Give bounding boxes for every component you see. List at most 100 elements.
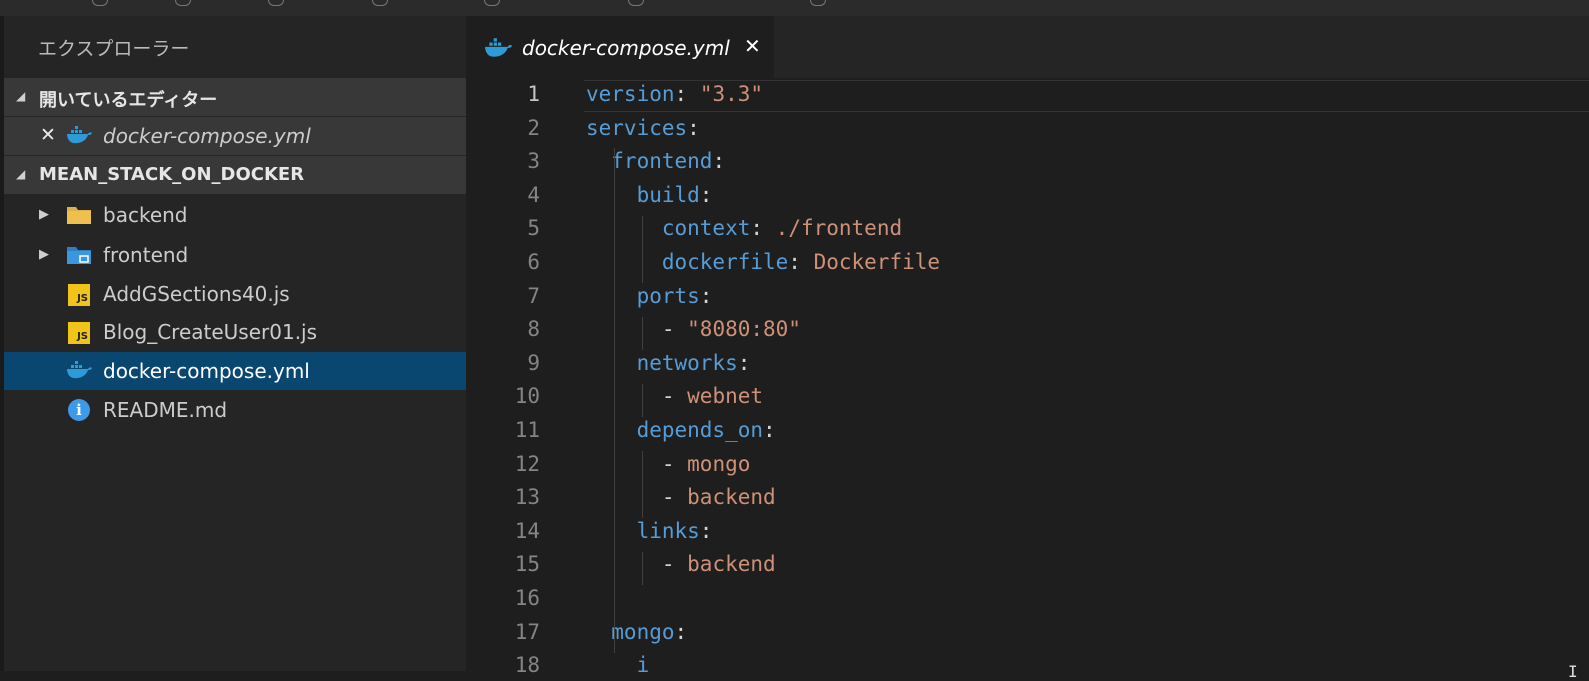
tree-item-backend[interactable]: ▶ backend <box>4 196 466 234</box>
indent-guide <box>642 552 643 585</box>
js-file-icon: JS <box>68 322 90 344</box>
docker-icon <box>67 361 92 379</box>
open-editor-filename: docker-compose.yml <box>103 124 311 148</box>
yaml-separator: - <box>661 317 688 342</box>
yaml-separator: - <box>661 485 688 510</box>
yaml-separator: : <box>737 350 751 375</box>
line-number: 1 <box>527 82 540 106</box>
tree-item-label: Blog_CreateUser01.js <box>103 320 318 344</box>
yaml-value: backend <box>687 552 776 577</box>
project-header[interactable]: ◢ MEAN_STACK_ON_DOCKER <box>4 156 466 194</box>
tab-docker-compose[interactable]: docker-compose.yml ✕ <box>466 16 774 78</box>
yaml-key <box>586 384 662 408</box>
yaml-key: depends_on <box>586 418 764 442</box>
yaml-separator: : <box>674 82 700 106</box>
tree-item-blog-createuser[interactable]: JS Blog_CreateUser01.js <box>4 313 466 351</box>
tree-item-addgsections[interactable]: JS AddGSections40.js <box>4 275 466 313</box>
yaml-separator: - <box>661 552 688 577</box>
yaml-key: links <box>586 518 700 543</box>
line-number: 8 <box>527 317 540 342</box>
code-line: frontend: <box>586 149 725 173</box>
window-top-strip <box>0 0 1589 16</box>
code-line: ports: <box>586 283 713 308</box>
yaml-key: build <box>586 182 700 207</box>
line-number: 17 <box>514 619 540 644</box>
line-number: 9 <box>527 350 540 375</box>
close-icon[interactable]: ✕ <box>40 124 56 146</box>
yaml-value: backend <box>687 485 776 510</box>
code-line: version: "3.3" <box>586 82 763 106</box>
expand-arrow-icon[interactable]: ▶ <box>39 247 49 262</box>
project-label: MEAN_STACK_ON_DOCKER <box>39 164 305 185</box>
code-line: i <box>586 653 650 678</box>
top-strip-mark <box>810 0 826 6</box>
yaml-value: ./frontend <box>775 216 903 241</box>
code-line: - webnet <box>586 384 763 408</box>
yaml-key: networks <box>586 350 738 375</box>
collapse-triangle-icon: ◢ <box>16 89 26 103</box>
line-number: 5 <box>527 216 540 241</box>
code-line: - "8080:80" <box>586 317 801 341</box>
tree-item-label: backend <box>103 203 188 227</box>
yaml-key: dockerfile <box>586 250 789 274</box>
yaml-key <box>586 452 662 476</box>
folder-icon <box>67 207 91 224</box>
open-editors-header[interactable]: ◢ 開いているエディター <box>4 78 466 116</box>
yaml-separator: : <box>699 518 713 543</box>
yaml-separator: : <box>699 182 713 207</box>
docker-icon <box>485 38 512 57</box>
open-editors-label: 開いているエディター <box>39 90 218 111</box>
code-line: networks: <box>586 350 751 375</box>
yaml-key: services <box>586 115 688 140</box>
editor-area: docker-compose.yml ✕ 1 2 3 4 5 6 7 8 9 10 11 12 13 14… <box>466 16 1589 681</box>
top-strip-mark <box>92 0 108 6</box>
top-strip-mark <box>484 0 500 6</box>
yaml-value: mongo <box>687 451 751 476</box>
line-number: 7 <box>527 283 540 308</box>
line-number: 6 <box>527 250 540 274</box>
info-icon: i <box>68 399 90 421</box>
yaml-key: context <box>586 216 751 241</box>
yaml-value: Dockerfile <box>813 250 941 274</box>
code-editor[interactable]: 1 2 3 4 5 6 7 8 9 10 11 12 13 14 15 16 17 18 version: "3.… <box>466 78 1589 677</box>
yaml-key: mongo <box>586 619 675 644</box>
line-number: 15 <box>514 552 540 577</box>
yaml-separator: : <box>750 216 776 241</box>
yaml-separator: : <box>699 283 713 308</box>
indent-guide <box>614 148 615 653</box>
yaml-value: webnet <box>687 384 764 409</box>
line-number: 14 <box>514 518 540 543</box>
line-number: 18 <box>514 653 540 678</box>
code-line: links: <box>586 518 713 543</box>
yaml-separator: : <box>763 418 776 442</box>
line-number: 4 <box>527 182 540 207</box>
indent-guide <box>642 317 643 350</box>
yaml-separator: : <box>788 250 814 274</box>
expand-arrow-icon[interactable]: ▶ <box>39 207 49 222</box>
top-strip-mark <box>268 0 284 6</box>
yaml-key <box>586 552 662 576</box>
line-number: 2 <box>527 115 540 140</box>
yaml-key: ports <box>586 283 700 308</box>
folder-src-icon <box>67 247 91 264</box>
tree-item-docker-compose[interactable]: docker-compose.yml <box>4 352 466 390</box>
top-strip-mark <box>628 0 644 6</box>
text-cursor: I <box>1568 662 1578 681</box>
yaml-separator: : <box>674 619 688 644</box>
docker-icon <box>67 126 92 144</box>
tree-item-frontend[interactable]: ▶ frontend <box>4 236 466 274</box>
tab-bar: docker-compose.yml ✕ <box>466 16 1589 78</box>
collapse-triangle-icon: ◢ <box>16 167 26 181</box>
yaml-key: i <box>586 653 650 678</box>
code-line: context: ./frontend <box>586 216 902 240</box>
js-file-icon: JS <box>68 284 90 306</box>
tree-item-label: AddGSections40.js <box>103 282 290 306</box>
line-number: 16 <box>514 586 540 610</box>
open-editor-item[interactable]: ✕ docker-compose.yml <box>4 117 466 155</box>
yaml-key <box>586 317 662 341</box>
tree-item-readme[interactable]: i README.md <box>4 391 466 429</box>
tree-item-label: README.md <box>103 398 228 422</box>
yaml-value: "3.3" <box>699 82 764 106</box>
tab-close-icon[interactable]: ✕ <box>744 34 761 58</box>
top-strip-mark <box>372 0 388 6</box>
